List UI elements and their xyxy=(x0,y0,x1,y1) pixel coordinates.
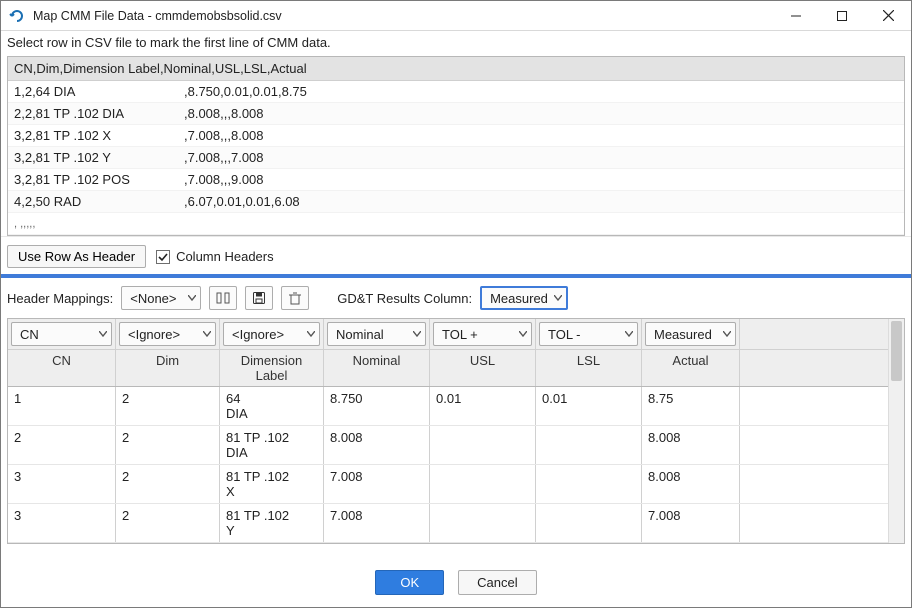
titlebar: Map CMM File Data - cmmdemobsbsolid.csv xyxy=(1,1,911,31)
instruction-text: Select row in CSV file to mark the first… xyxy=(1,31,911,56)
save-mapping-button[interactable] xyxy=(245,286,273,310)
mapping-toolbar: Header Mappings: <None> GD&T Results Col… xyxy=(1,282,911,318)
gdt-results-dropdown[interactable]: Measured xyxy=(480,286,568,310)
csv-body: 1,2,64 DIA,8.750,0.01,0.01,8.75 2,2,81 T… xyxy=(8,81,904,235)
window: Map CMM File Data - cmmdemobsbsolid.csv … xyxy=(0,0,912,608)
column-mapping-row: CN <Ignore> <Ignore> Nominal TOL + TOL -… xyxy=(8,319,888,350)
grid-body: 1 2 64 DIA 8.750 0.01 0.01 8.75 2 2 81 T… xyxy=(8,387,888,543)
chevron-down-icon xyxy=(307,331,315,337)
maximize-button[interactable] xyxy=(819,1,865,31)
col-map-dropdown-3[interactable]: Nominal xyxy=(327,322,426,346)
window-title: Map CMM File Data - cmmdemobsbsolid.csv xyxy=(33,9,282,23)
csv-row[interactable]: 3,2,81 TP .102 X,7.008,,,8.008 xyxy=(8,125,904,147)
chevron-down-icon xyxy=(519,331,527,337)
chevron-down-icon xyxy=(203,331,211,337)
table-row[interactable]: 1 2 64 DIA 8.750 0.01 0.01 8.75 xyxy=(8,387,888,426)
delete-mapping-button[interactable] xyxy=(281,286,309,310)
new-mapping-button[interactable] xyxy=(209,286,237,310)
csv-row-truncated[interactable]: , ,,,,, xyxy=(8,213,904,235)
csv-row[interactable]: 2,2,81 TP .102 DIA,8.008,,,8.008 xyxy=(8,103,904,125)
chevron-down-icon xyxy=(625,331,633,337)
column-headers-checkbox[interactable]: Column Headers xyxy=(156,249,274,264)
column-headers-label: Column Headers xyxy=(176,249,274,264)
col-map-dropdown-5[interactable]: TOL - xyxy=(539,322,638,346)
csv-row[interactable]: 4,2,50 RAD,6.07,0.01,0.01,6.08 xyxy=(8,191,904,213)
cancel-button[interactable]: Cancel xyxy=(458,570,536,595)
save-icon xyxy=(252,291,266,305)
chevron-down-icon xyxy=(188,295,196,301)
separator xyxy=(1,274,911,278)
check-icon xyxy=(158,252,168,262)
col-map-dropdown-6[interactable]: Measured xyxy=(645,322,736,346)
checkbox-box xyxy=(156,250,170,264)
col-header: CN xyxy=(8,350,116,386)
csv-row[interactable]: 3,2,81 TP .102 Y,7.008,,,7.008 xyxy=(8,147,904,169)
use-row-as-header-button[interactable]: Use Row As Header xyxy=(7,245,146,268)
mapping-grid: CN <Ignore> <Ignore> Nominal TOL + TOL -… xyxy=(7,318,905,544)
scroll-thumb[interactable] xyxy=(891,321,902,381)
chevron-down-icon xyxy=(413,331,421,337)
gdt-label: GD&T Results Column: xyxy=(337,291,472,306)
col-header: Actual xyxy=(642,350,740,386)
col-header: Dimension Label xyxy=(220,350,324,386)
col-header: Nominal xyxy=(324,350,430,386)
csv-row[interactable]: 1,2,64 DIA,8.750,0.01,0.01,8.75 xyxy=(8,81,904,103)
header-controls: Use Row As Header Column Headers xyxy=(1,236,911,274)
csv-preview: CN,Dim,Dimension Label,Nominal,USL,LSL,A… xyxy=(7,56,905,236)
minimize-button[interactable] xyxy=(773,1,819,31)
chevron-down-icon xyxy=(723,331,731,337)
columns-icon xyxy=(216,291,230,305)
col-header: Dim xyxy=(116,350,220,386)
vertical-scrollbar[interactable] xyxy=(888,319,904,543)
close-icon xyxy=(883,10,894,21)
dialog-footer: OK Cancel xyxy=(1,560,911,607)
col-map-dropdown-2[interactable]: <Ignore> xyxy=(223,322,320,346)
trash-icon xyxy=(288,291,302,305)
col-header: USL xyxy=(430,350,536,386)
table-row[interactable]: 3 2 81 TP .102 Y 7.008 7.008 xyxy=(8,504,888,543)
cell-multiline: 64 DIA xyxy=(220,387,324,425)
csv-header-row[interactable]: CN,Dim,Dimension Label,Nominal,USL,LSL,A… xyxy=(8,57,904,81)
csv-row[interactable]: 3,2,81 TP .102 POS,7.008,,,9.008 xyxy=(8,169,904,191)
header-mappings-dropdown[interactable]: <None> xyxy=(121,286,201,310)
maximize-icon xyxy=(837,11,847,21)
col-map-dropdown-0[interactable]: CN xyxy=(11,322,112,346)
chevron-down-icon xyxy=(554,295,562,301)
col-map-dropdown-1[interactable]: <Ignore> xyxy=(119,322,216,346)
col-map-dropdown-4[interactable]: TOL + xyxy=(433,322,532,346)
minimize-icon xyxy=(791,11,801,21)
table-row[interactable]: 3 2 81 TP .102 X 7.008 8.008 xyxy=(8,465,888,504)
column-header-row: CN Dim Dimension Label Nominal USL LSL A… xyxy=(8,350,888,387)
col-header: LSL xyxy=(536,350,642,386)
header-mappings-label: Header Mappings: xyxy=(7,291,113,306)
close-button[interactable] xyxy=(865,1,911,31)
chevron-down-icon xyxy=(99,331,107,337)
table-row[interactable]: 2 2 81 TP .102 DIA 8.008 8.008 xyxy=(8,426,888,465)
app-icon xyxy=(9,8,25,24)
ok-button[interactable]: OK xyxy=(375,570,444,595)
